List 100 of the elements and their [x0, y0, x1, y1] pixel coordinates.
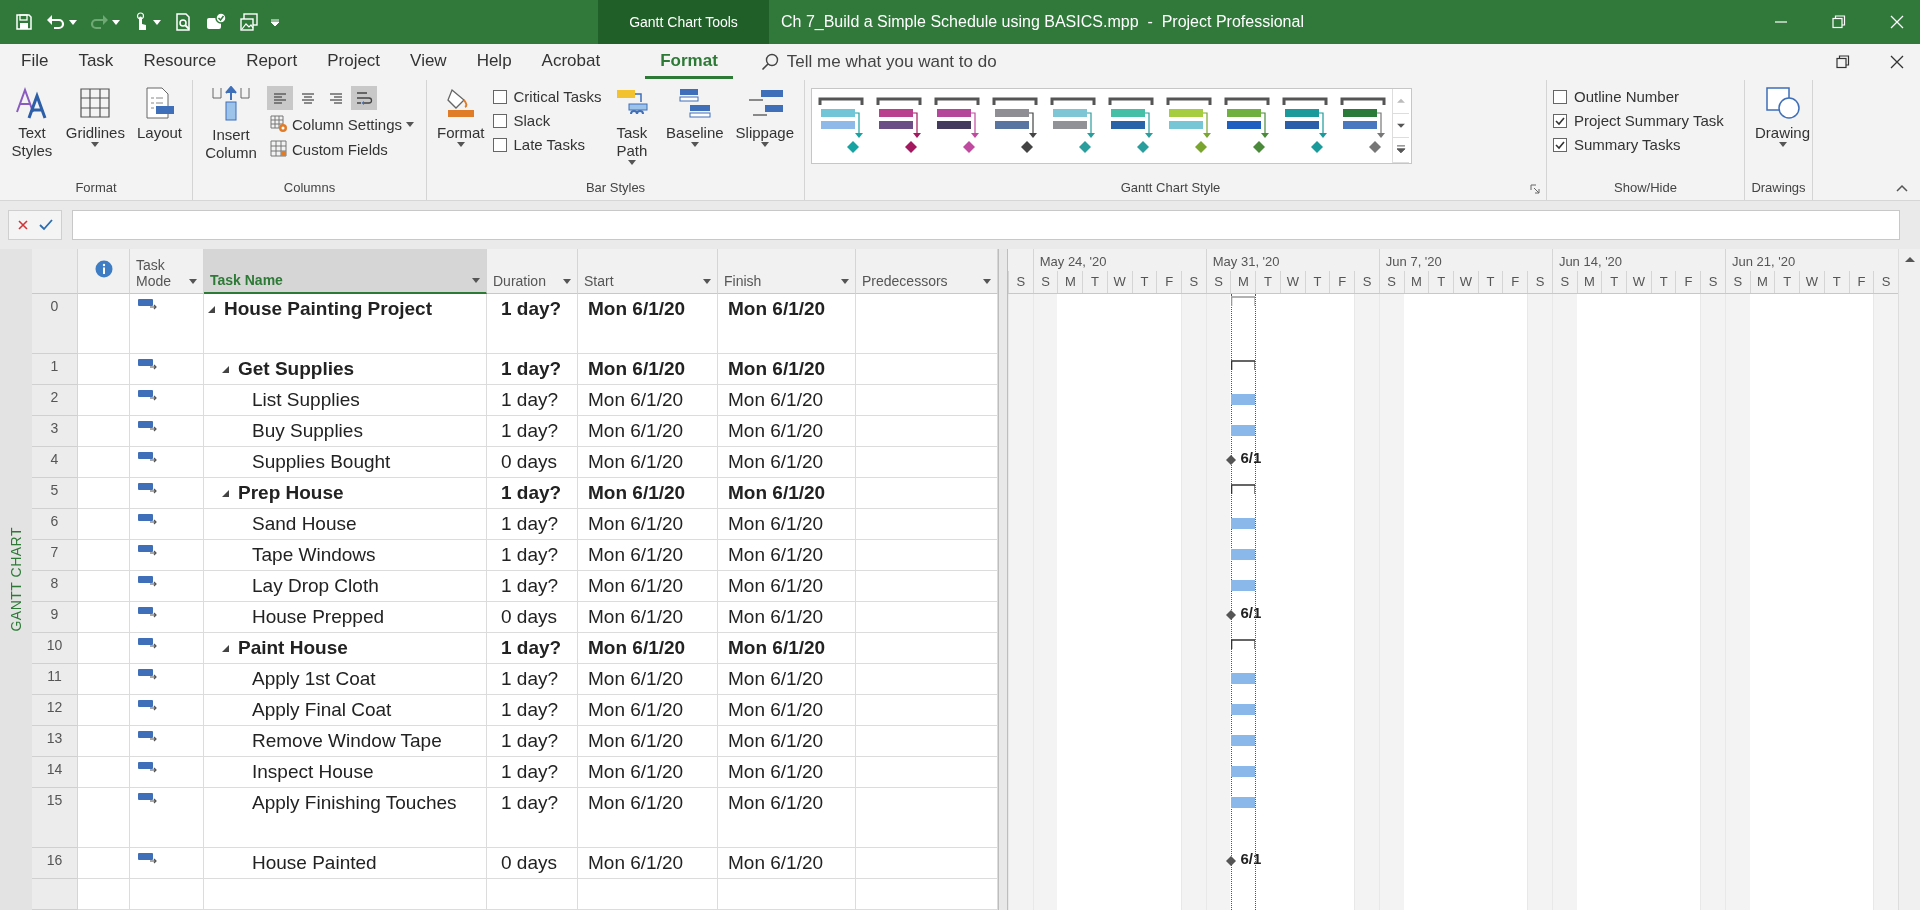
collapse-triangle-icon[interactable]	[222, 489, 229, 497]
restore-icon[interactable]	[1832, 15, 1846, 29]
finish-date-cell: Mon 6/1/20	[718, 540, 856, 571]
save-icon[interactable]	[14, 12, 34, 32]
task-bar	[1230, 394, 1256, 405]
task-mode-icon	[138, 545, 158, 557]
caret-icon	[1778, 142, 1787, 147]
close-icon[interactable]	[1890, 55, 1904, 69]
customize-icon[interactable]	[271, 18, 279, 26]
checkbox[interactable]: Project Summary Task	[1553, 110, 1724, 131]
task-mode-icon	[138, 762, 158, 774]
gridlines-button[interactable]: Gridlines	[61, 84, 129, 149]
duration-cell: 1 day?	[487, 726, 578, 757]
checkbox[interactable]: Summary Tasks	[1553, 134, 1724, 155]
bar-format-button[interactable]: Format	[433, 84, 489, 149]
scroll-up-icon[interactable]	[1903, 255, 1916, 263]
checkbox[interactable]: Outline Number	[1553, 86, 1724, 107]
day-label: T	[1082, 271, 1107, 293]
start-date-cell: Mon 6/1/20	[578, 447, 718, 478]
layout-button[interactable]: Layout	[132, 84, 186, 144]
task-mode-icon	[138, 700, 158, 712]
publish-icon[interactable]	[205, 12, 227, 32]
summary-bar	[1230, 484, 1256, 494]
column-header[interactable]: Task Name	[204, 249, 487, 294]
row-number: 3	[32, 416, 78, 447]
day-label: F	[1675, 271, 1701, 293]
insert-column-button[interactable]: Insert Column	[199, 84, 263, 164]
align-toggle[interactable]	[267, 86, 293, 110]
column-header[interactable]: Finish	[718, 249, 856, 294]
row-number: 4	[32, 447, 78, 478]
menu-tab[interactable]: Task	[63, 45, 129, 79]
caret-icon	[189, 279, 197, 284]
print-preview-icon[interactable]	[173, 12, 193, 32]
summary-bar	[1230, 639, 1256, 649]
entry-field[interactable]	[72, 210, 1900, 240]
day-label: S	[1700, 271, 1725, 293]
row-number: 11	[32, 664, 78, 695]
menu-tab[interactable]: View	[395, 45, 462, 79]
task-bar	[1230, 766, 1256, 777]
align-icon	[272, 91, 288, 105]
task-path-button[interactable]: Task Path	[605, 84, 659, 167]
day-label: F	[1156, 271, 1182, 293]
caret-icon	[153, 19, 161, 25]
start-date-cell: Mon 6/1/20	[578, 848, 718, 879]
dialog-launcher-icon[interactable]	[1530, 184, 1540, 194]
day-label: W	[1626, 271, 1651, 293]
finish-date-cell: Mon 6/1/20	[718, 695, 856, 726]
column-settings-button[interactable]: Column Settings	[267, 113, 418, 135]
picture-icon[interactable]	[239, 12, 259, 32]
menu-tab[interactable]: File	[6, 45, 64, 79]
task-name: Buy Supplies	[252, 420, 363, 442]
day-label: T	[1601, 271, 1627, 293]
day-label: S	[1724, 271, 1750, 293]
menu-tab[interactable]: Resource	[128, 45, 232, 79]
baseline-icon	[677, 86, 712, 120]
task-name: House Painted	[252, 852, 377, 874]
menu-tab[interactable]: Report	[231, 45, 313, 79]
checkbox[interactable]: Critical Tasks	[492, 86, 602, 107]
column-header[interactable]: Duration	[487, 249, 578, 294]
checkbox[interactable]: Slack	[492, 110, 602, 131]
window-title: Ch 7_Build a Simple Schedule using BASICS.mpp - Project Professional	[780, 12, 1305, 32]
enter-icon[interactable]	[39, 219, 53, 231]
task-name: Get Supplies	[238, 358, 355, 380]
restore-icon[interactable]	[1836, 55, 1850, 69]
row-number: 7	[32, 540, 78, 571]
checkbox[interactable]: Late Tasks	[492, 134, 602, 155]
milestone-diamond	[1225, 856, 1236, 866]
undo-icon[interactable]	[46, 13, 66, 31]
caret-icon	[760, 142, 769, 147]
duration-cell: 1 day?	[487, 509, 578, 540]
slippage-button[interactable]: Slippage	[731, 84, 798, 149]
text-styles-button[interactable]: Text Styles	[6, 84, 58, 162]
day-label: S	[1354, 271, 1379, 293]
collapse-triangle-icon[interactable]	[208, 305, 215, 313]
collapse-triangle-icon[interactable]	[222, 644, 229, 652]
vertical-scrollbar[interactable]	[1898, 249, 1920, 910]
indicator-column-header[interactable]	[78, 249, 130, 294]
menu-tab[interactable]: Help	[461, 45, 527, 79]
custom-fields-icon	[270, 140, 288, 158]
finish-date-cell: Mon 6/1/20	[718, 571, 856, 602]
day-label: S	[1032, 271, 1058, 293]
info-icon	[94, 260, 113, 278]
group-label: Gantt Chart Style	[1119, 179, 1222, 197]
day-label: W	[1106, 271, 1132, 293]
finish-date-cell: Mon 6/1/20	[718, 294, 856, 354]
drawing-button[interactable]: Drawing	[1751, 84, 1815, 149]
cancel-icon[interactable]	[17, 219, 29, 231]
gridlines-icon	[78, 86, 113, 120]
tell-me-field[interactable]: Tell me what you want to do	[786, 52, 1047, 72]
caret-icon	[690, 142, 699, 147]
task-bar	[1230, 673, 1256, 684]
baseline-button[interactable]: Baseline	[662, 84, 728, 149]
collapse-triangle-icon[interactable]	[222, 365, 229, 373]
column-header[interactable]: Start	[578, 249, 718, 294]
menu-tab[interactable]: Acrobat	[526, 45, 616, 79]
custom-fields-button[interactable]: Custom Fields	[267, 138, 418, 160]
menu-tab[interactable]: Project	[312, 45, 396, 79]
task-bar	[1230, 518, 1256, 529]
wrap-text-toggle[interactable]	[351, 86, 377, 110]
row-number: 5	[32, 478, 78, 509]
